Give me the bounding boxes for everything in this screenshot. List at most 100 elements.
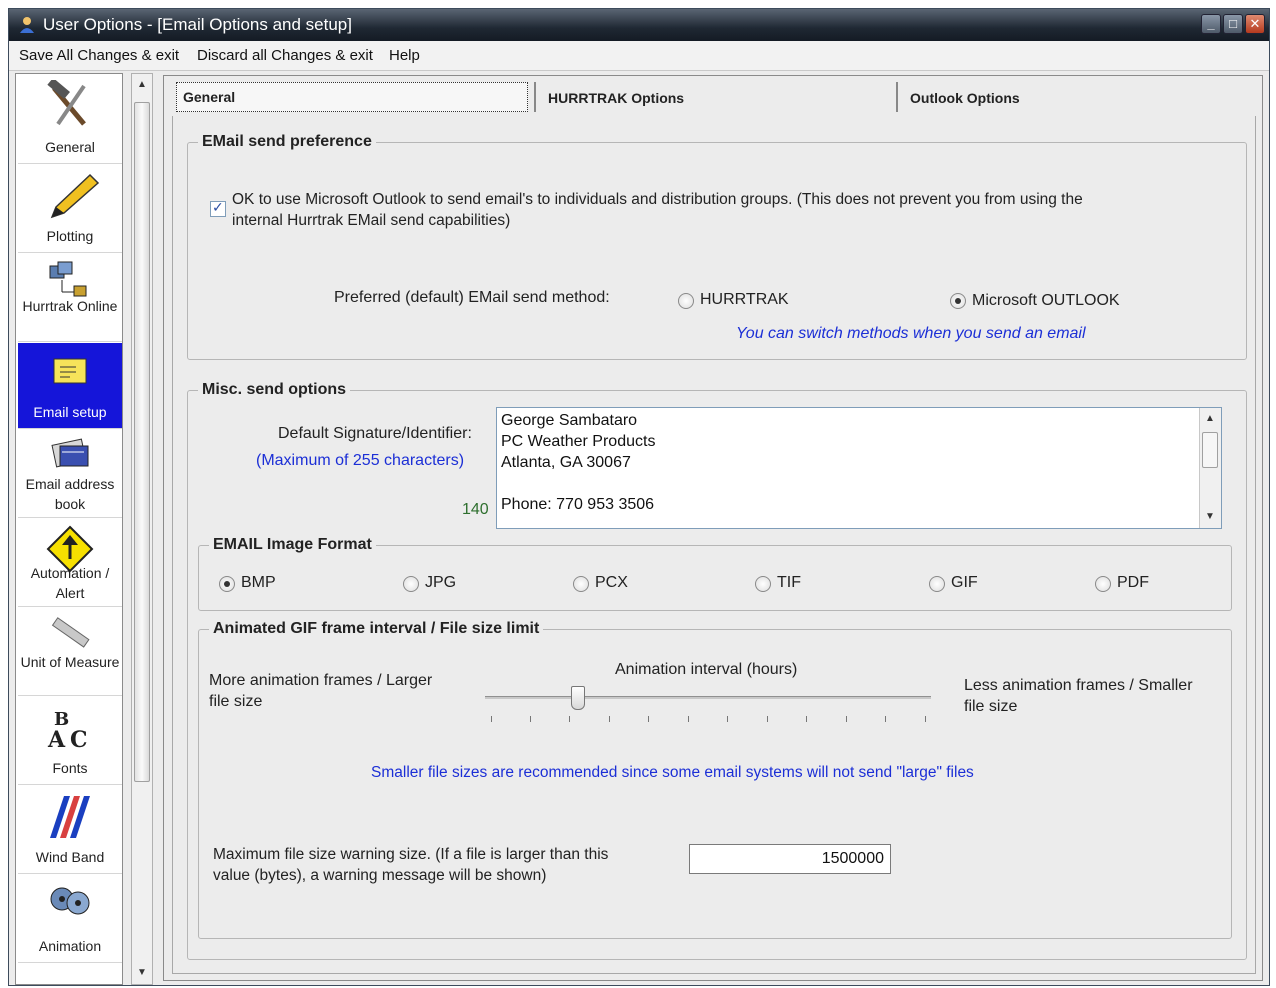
- menu-save-all-exit[interactable]: Save All Changes & exit: [19, 47, 179, 64]
- format-bmp-radio[interactable]: [219, 576, 235, 592]
- options-content: General HURRTRAK Options Outlook Options…: [163, 75, 1263, 981]
- format-bmp-label: BMP: [241, 574, 276, 591]
- slider-tick: [767, 716, 768, 722]
- nav-item-animation[interactable]: Animation: [18, 875, 122, 963]
- nav-label: Email address book: [25, 476, 115, 512]
- nav-label: General: [45, 139, 95, 155]
- signature-scroll-thumb[interactable]: [1202, 432, 1218, 468]
- signature-line: PC Weather Products: [501, 433, 656, 450]
- email-image-format-group: EMAIL Image Format BMP JPG PCX TIF GIF P…: [198, 536, 1232, 611]
- scroll-down-arrow-icon[interactable]: ▼: [1200, 508, 1220, 526]
- method-outlook-radio[interactable]: [950, 293, 966, 309]
- slider-tick: [925, 716, 926, 722]
- more-frames-label: More animation frames / Larger: [209, 672, 433, 689]
- max-file-size-input[interactable]: 1500000: [689, 844, 891, 874]
- animation-interval-label: Animation interval (hours): [615, 661, 798, 678]
- nav-item-email-address-book[interactable]: Email address book: [18, 430, 122, 518]
- less-frames-label-2: file size: [964, 698, 1018, 715]
- scroll-up-arrow-icon[interactable]: ▲: [1200, 410, 1220, 428]
- nav-item-email-setup[interactable]: Email setup: [18, 343, 122, 429]
- scroll-down-arrow-icon[interactable]: ▼: [132, 964, 152, 982]
- slider-tick: [491, 716, 492, 722]
- slider-tick: [569, 716, 570, 722]
- format-tif-radio[interactable]: [755, 576, 771, 592]
- nav-scroll-thumb[interactable]: [134, 102, 150, 782]
- file-size-note: Smaller file sizes are recommended since…: [371, 764, 974, 781]
- signature-max-note: (Maximum of 255 characters): [256, 452, 465, 469]
- max-size-label: Maximum file size warning size. (If a fi…: [213, 846, 609, 863]
- slider-tick: [806, 716, 807, 722]
- method-hurrtrak-radio[interactable]: [678, 293, 694, 309]
- email-send-preference-group: EMail send preference ✓ OK to use Micros…: [187, 133, 1247, 360]
- misc-send-options-group: Misc. send options Default Signature/Ide…: [187, 381, 1247, 960]
- nav-item-wind-band[interactable]: Wind Band: [18, 786, 122, 874]
- ok-outlook-checkbox[interactable]: ✓: [210, 199, 226, 217]
- nav-label: Wind Band: [35, 849, 105, 865]
- format-jpg-radio[interactable]: [403, 576, 419, 592]
- method-hurrtrak-label: HURRTRAK: [700, 291, 789, 308]
- tab-outlook-options[interactable]: Outlook Options: [896, 82, 1256, 112]
- format-pdf-label: PDF: [1117, 574, 1149, 591]
- user-options-window: User Options - [Email Options and setup]…: [8, 8, 1270, 986]
- close-button[interactable]: ✕: [1245, 14, 1265, 34]
- nav-label: Plotting: [46, 228, 94, 244]
- nav-label: Automation / Alert: [30, 565, 110, 601]
- nav-item-general[interactable]: General: [18, 74, 122, 164]
- slider-tick: [530, 716, 531, 722]
- less-frames-label: Less animation frames / Smaller: [964, 677, 1193, 694]
- nav-label: Hurrtrak Online: [22, 298, 118, 314]
- format-pcx-radio[interactable]: [573, 576, 589, 592]
- group-title: EMail send preference: [198, 133, 376, 151]
- tab-hurrtrak-options[interactable]: HURRTRAK Options: [534, 82, 894, 112]
- maximize-button[interactable]: □: [1223, 14, 1243, 34]
- slider-thumb[interactable]: [571, 686, 585, 710]
- signature-textarea[interactable]: George Sambataro PC Weather Products Atl…: [496, 407, 1222, 529]
- signature-scrollbar[interactable]: ▲ ▼: [1199, 408, 1221, 528]
- window-title: User Options - [Email Options and setup]: [43, 15, 352, 34]
- more-frames-label-2: file size: [209, 693, 263, 710]
- group-title: EMAIL Image Format: [209, 536, 376, 554]
- slider-tick: [688, 716, 689, 722]
- nav-label: Animation: [38, 938, 102, 954]
- signature-line: George Sambataro: [501, 412, 638, 429]
- options-nav-list: General Plotting Hurrtrak Online Email s…: [15, 73, 123, 985]
- scroll-up-arrow-icon[interactable]: ▲: [132, 76, 152, 94]
- hammer-icon: [47, 80, 86, 126]
- slider-tick: [648, 716, 649, 722]
- format-gif-label: GIF: [951, 574, 978, 591]
- format-gif-radio[interactable]: [929, 576, 945, 592]
- signature-line: Phone: 770 953 3506: [501, 496, 655, 513]
- wind-band-icon: [50, 796, 90, 838]
- nav-item-hurrtrak-online[interactable]: Hurrtrak Online: [18, 254, 122, 342]
- slider-tick: [846, 716, 847, 722]
- group-title: Misc. send options: [198, 381, 351, 399]
- animation-interval-slider[interactable]: [485, 684, 931, 724]
- menu-help[interactable]: Help: [389, 47, 420, 64]
- options-nav-pane: General Plotting Hurrtrak Online Email s…: [15, 73, 157, 985]
- format-tif-label: TIF: [777, 574, 801, 591]
- format-pdf-radio[interactable]: [1095, 576, 1111, 592]
- envelope-icon: [53, 358, 87, 384]
- signature-label: Default Signature/Identifier:: [278, 425, 472, 442]
- ok-outlook-label-2: internal Hurrtrak EMail send capabilitie…: [232, 212, 511, 229]
- signature-char-count: 140: [462, 501, 489, 518]
- nav-item-automation-alert[interactable]: Automation / Alert: [18, 519, 122, 607]
- animated-gif-group: Animated GIF frame interval / File size …: [198, 620, 1232, 939]
- tab-general[interactable]: General: [176, 82, 528, 112]
- nav-item-fonts[interactable]: B A C Fonts: [18, 697, 122, 785]
- menu-discard-all-exit[interactable]: Discard all Changes & exit: [197, 47, 373, 64]
- method-label: Preferred (default) EMail send method:: [334, 289, 610, 306]
- nav-item-unit-of-measure[interactable]: Unit of Measure: [18, 608, 122, 696]
- nav-label: Email setup: [33, 404, 107, 420]
- nav-label: Fonts: [52, 760, 88, 776]
- slider-track: [485, 696, 931, 699]
- nav-item-plotting[interactable]: Plotting: [18, 165, 122, 253]
- user-icon: [20, 17, 34, 33]
- group-title: Animated GIF frame interval / File size …: [209, 620, 544, 638]
- max-size-label-2: value (bytes), a warning message will be…: [213, 867, 547, 884]
- minimize-button[interactable]: _: [1201, 14, 1221, 34]
- slider-tick: [885, 716, 886, 722]
- nav-scrollbar[interactable]: ▲ ▼: [131, 73, 153, 985]
- pencil-icon: [50, 173, 100, 219]
- method-outlook-label: Microsoft OUTLOOK: [972, 292, 1120, 309]
